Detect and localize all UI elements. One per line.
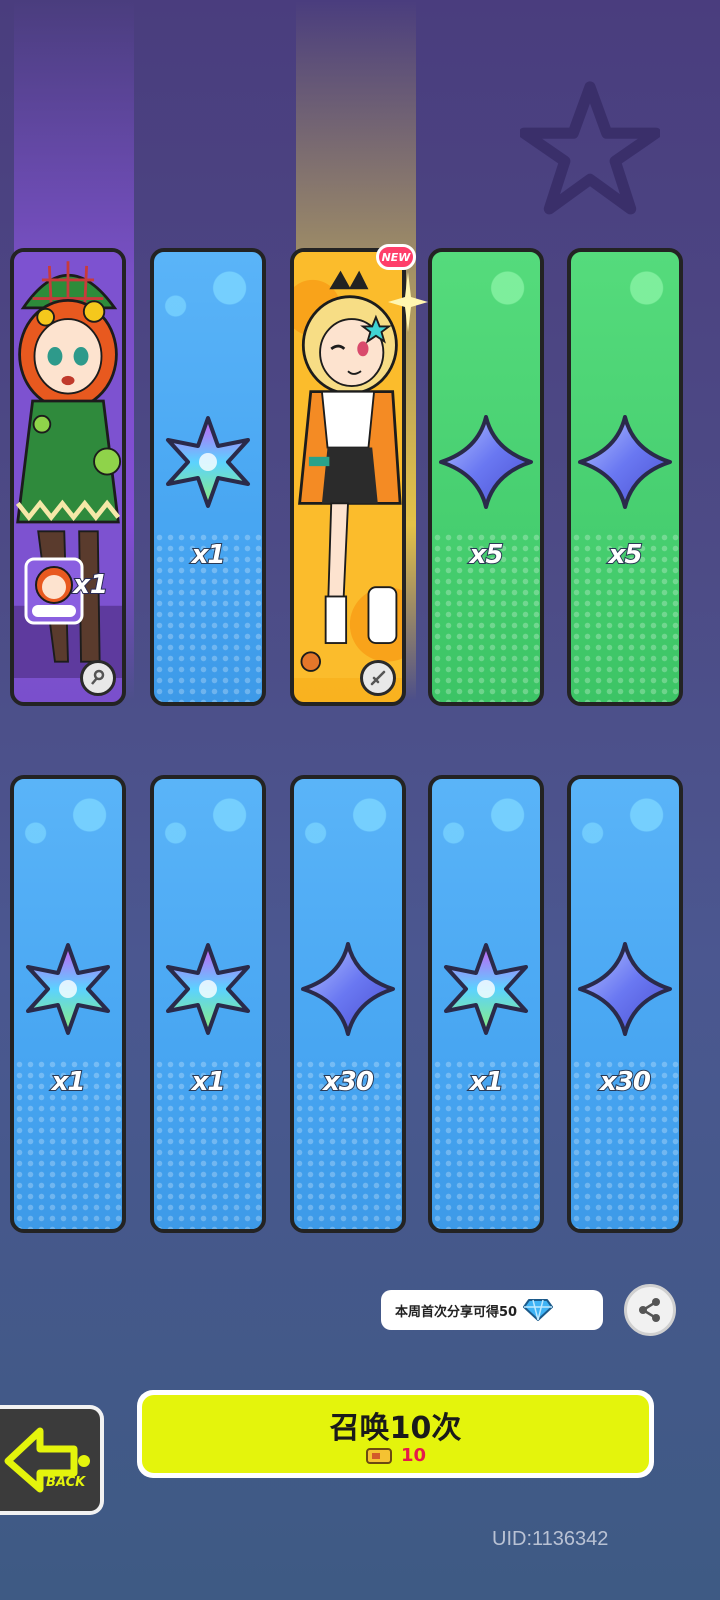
blue-star-icon: [578, 942, 672, 1036]
share-reward-tooltip: 本周首次分享可得50: [381, 1290, 603, 1330]
back-button[interactable]: BACK: [0, 1405, 104, 1515]
summon-title: 召唤10次: [329, 1411, 462, 1446]
character-card-dolly[interactable]: x1: [10, 248, 126, 706]
reward-card[interactable]: x5: [567, 248, 683, 706]
key-icon: [80, 660, 116, 696]
reward-card[interactable]: x30: [290, 775, 406, 1233]
item-quantity: x30: [599, 1066, 652, 1098]
item-quantity: x1: [191, 539, 227, 571]
reward-card[interactable]: x1: [150, 248, 266, 706]
character-quantity: x1: [72, 569, 109, 601]
character-portrait-new: [294, 252, 402, 679]
share-icon: [639, 1298, 660, 1322]
reward-card[interactable]: x1: [428, 775, 544, 1233]
reward-card[interactable]: x1: [10, 775, 126, 1233]
sparkle-icon: [388, 272, 428, 332]
summon-cost: 10: [142, 1445, 649, 1466]
diamond-icon: [523, 1299, 554, 1321]
blue-star-icon: [439, 415, 533, 509]
ticket-icon: [365, 1447, 392, 1464]
user-id: UID:1136342: [492, 1528, 609, 1550]
blue-star-icon: [301, 942, 395, 1036]
rainbow-star-icon: [166, 943, 250, 1035]
rainbow-star-icon: [444, 943, 528, 1035]
sword-icon: [360, 660, 396, 696]
reward-card[interactable]: x1: [150, 775, 266, 1233]
item-quantity: x30: [322, 1066, 375, 1098]
back-arrow-icon: [4, 1427, 90, 1493]
item-quantity: x1: [469, 1066, 505, 1098]
item-quantity: x1: [51, 1066, 87, 1098]
background-star-icon: [520, 81, 660, 215]
rainbow-star-icon: [166, 416, 250, 508]
back-label: BACK: [46, 1475, 86, 1490]
share-reward-text: 本周首次分享可得50: [395, 1304, 518, 1320]
item-quantity: x5: [608, 539, 644, 571]
share-button[interactable]: [624, 1284, 676, 1336]
new-badge: NEW: [376, 244, 416, 270]
item-quantity: x5: [469, 539, 505, 571]
blue-star-icon: [578, 415, 672, 509]
summon-10-button[interactable]: 召唤10次 10: [137, 1390, 654, 1478]
reward-card[interactable]: x5: [428, 248, 544, 706]
rainbow-star-icon: [26, 943, 110, 1035]
reward-card[interactable]: x30: [567, 775, 683, 1233]
item-quantity: x1: [191, 1066, 227, 1098]
summon-cost-value: 10: [400, 1445, 427, 1466]
